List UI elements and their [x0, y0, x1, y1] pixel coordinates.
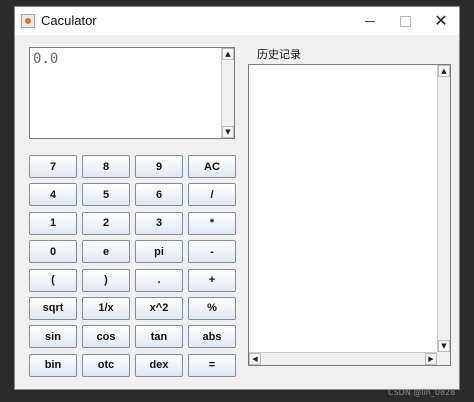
key-xpow2-button[interactable]: x^2 [135, 296, 183, 320]
key-tan-button[interactable]: tan [135, 325, 183, 349]
keypad: 7 8 9 AC 4 5 6/ 1 2 3 * 0 e pi - (). + sqrt 1/x x^2% sin cos t… [29, 155, 237, 379]
minimize-icon [365, 20, 375, 22]
scroll-up-icon[interactable]: ▲ [222, 48, 234, 60]
history-textarea[interactable]: ▲ ▼ ◀ ▶ [248, 64, 451, 366]
key-2-button[interactable]: 2 [82, 211, 130, 235]
display-textarea[interactable]: 0.0 ▲ ▼ [29, 47, 235, 139]
key-ac-button[interactable]: AC [188, 155, 236, 178]
key-7-button[interactable]: 7 [29, 155, 77, 178]
key-1dividex-button[interactable]: 1/x [82, 296, 130, 320]
scroll-left-icon[interactable]: ◀ [249, 353, 261, 365]
key-4-button[interactable]: 4 [29, 183, 77, 207]
key-5-button[interactable]: 5 [82, 183, 130, 207]
key-cos-button[interactable]: cos [82, 325, 130, 349]
key-dex-button[interactable]: dex [135, 353, 183, 377]
key-minus-button[interactable]: - [188, 240, 236, 264]
display-vertical-scrollbar[interactable]: ▲ ▼ [221, 48, 234, 138]
minimize-button[interactable] [353, 7, 387, 35]
key-pi-button[interactable]: pi [135, 240, 183, 264]
history-label: 历史记录 [257, 48, 301, 61]
history-vertical-scrollbar[interactable]: ▲ ▼ [437, 65, 450, 352]
key-otc-button[interactable]: otc [82, 353, 130, 377]
calculator-window: Caculator ✕ 0.0 ▲ ▼ 7 8 9 AC 4 5 6/ 1 2 3 * 0 e pi - ()… [14, 6, 460, 390]
key-divide-button[interactable]: / [188, 183, 236, 207]
key-equals-button[interactable]: = [188, 353, 236, 377]
window-title: Caculator [41, 13, 97, 28]
history-horizontal-scrollbar[interactable]: ◀ ▶ [249, 352, 437, 365]
scrollbar-corner [437, 352, 450, 365]
key-rparen-button[interactable]: ) [82, 268, 130, 292]
key-plus-button[interactable]: + [188, 268, 236, 292]
key-0-button[interactable]: 0 [29, 240, 77, 264]
scroll-right-icon[interactable]: ▶ [425, 353, 437, 365]
scroll-down-icon[interactable]: ▼ [438, 340, 450, 352]
watermark: CSDN @lin_0828 [388, 388, 456, 397]
display-value: 0.0 [33, 51, 59, 67]
maximize-button[interactable] [388, 7, 422, 35]
key-dot-button[interactable]: . [135, 268, 183, 292]
key-e-button[interactable]: e [82, 240, 130, 264]
key-8-button[interactable]: 8 [82, 155, 130, 178]
key-lparen-button[interactable]: ( [29, 268, 77, 292]
key-6-button[interactable]: 6 [135, 183, 183, 207]
key-1-button[interactable]: 1 [29, 211, 77, 235]
scroll-up-icon[interactable]: ▲ [438, 65, 450, 77]
key-bin-button[interactable]: bin [29, 353, 77, 377]
key-abs-button[interactable]: abs [188, 325, 236, 349]
java-app-icon [21, 14, 35, 28]
close-icon: ✕ [434, 11, 448, 30]
key-sin-button[interactable]: sin [29, 325, 77, 349]
key-multiply-button[interactable]: * [188, 211, 236, 235]
key-percent-button[interactable]: % [188, 296, 236, 320]
key-9-button[interactable]: 9 [135, 155, 183, 178]
close-button[interactable]: ✕ [424, 7, 458, 35]
maximize-icon [399, 15, 411, 27]
scroll-down-icon[interactable]: ▼ [222, 126, 234, 138]
title-bar[interactable]: Caculator ✕ [15, 7, 459, 35]
key-sqrt-button[interactable]: sqrt [29, 296, 77, 320]
key-3-button[interactable]: 3 [135, 211, 183, 235]
